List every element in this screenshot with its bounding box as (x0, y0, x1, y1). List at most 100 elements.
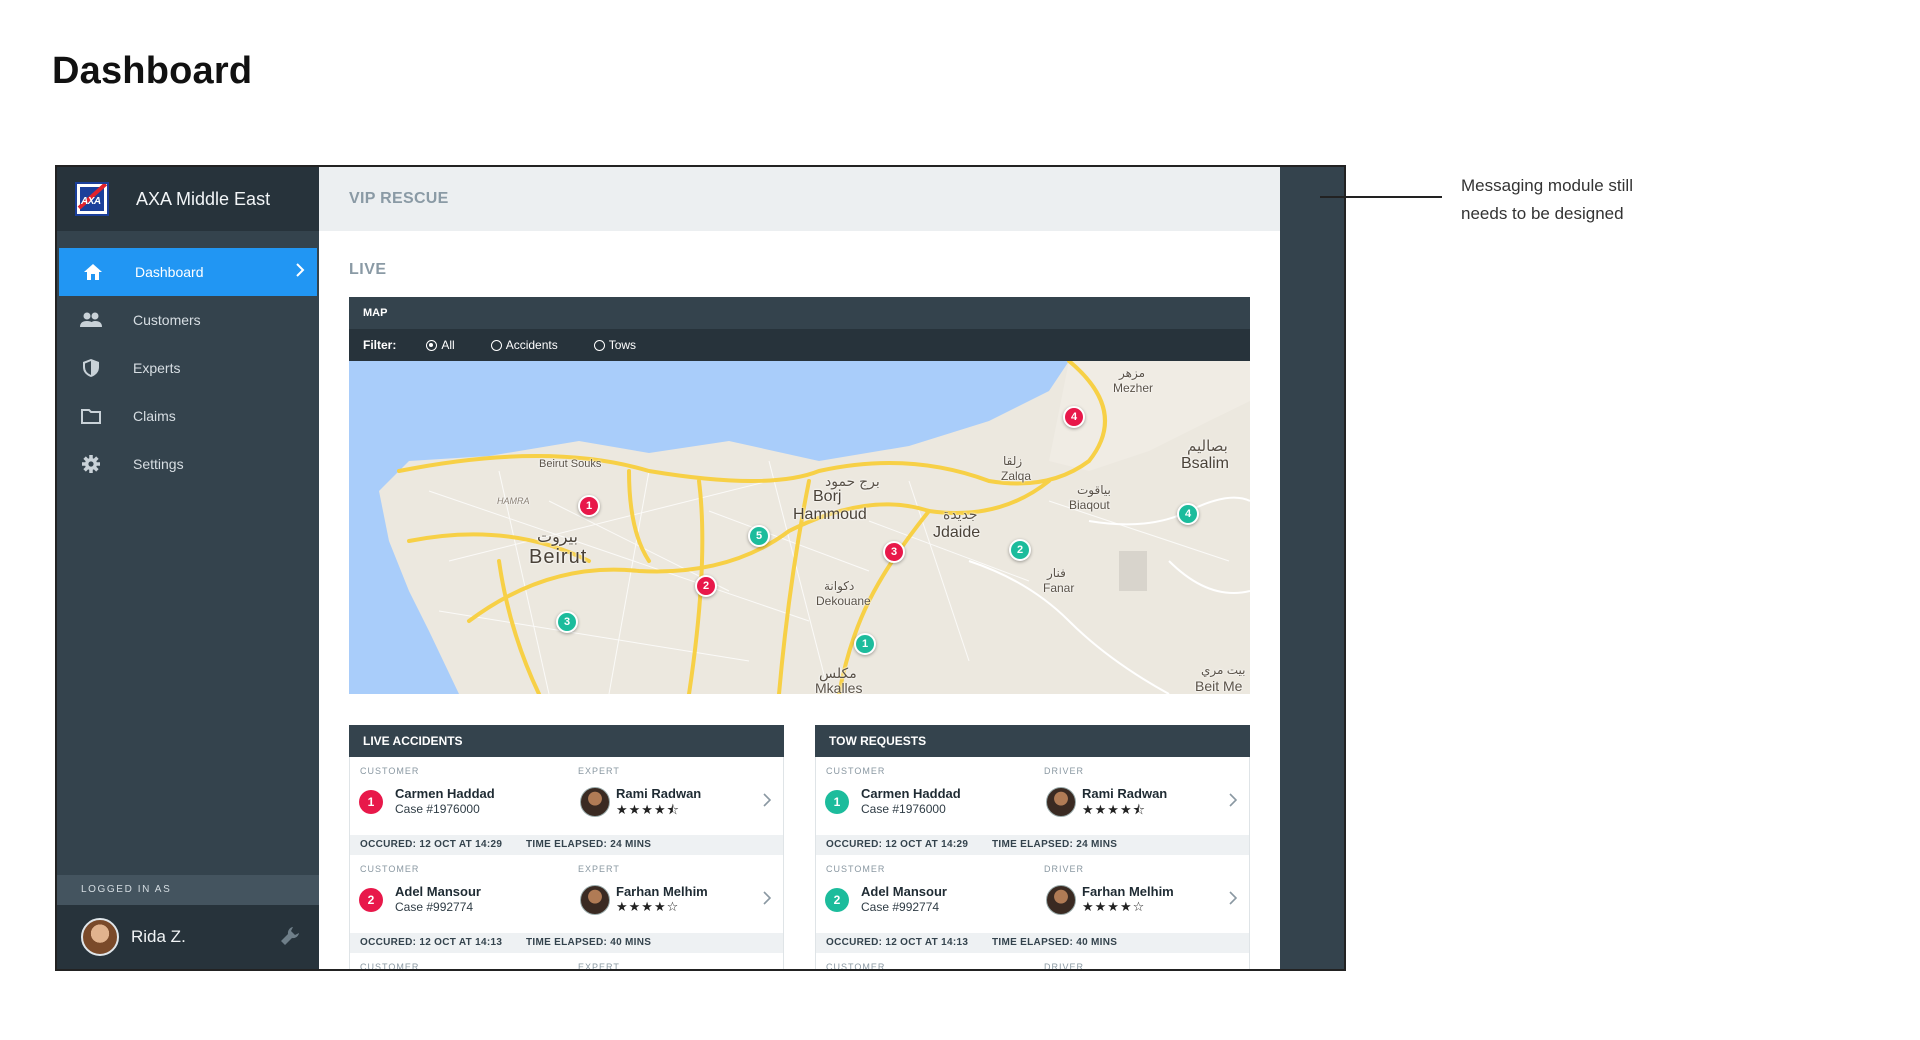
chevron-right-icon (295, 263, 305, 280)
case-number: Case #1976000 (861, 802, 946, 816)
annotation-note: Messaging module still needs to be desig… (1461, 172, 1701, 228)
people-icon (79, 308, 103, 332)
app-frame: AXA AXA Middle East Dashboard Customers (55, 165, 1346, 971)
map-label-bsalim-ar: بصاليم (1187, 438, 1228, 455)
customer-label: CUSTOMER (360, 962, 420, 969)
map-label-beitme-ar: بيت مري (1201, 663, 1246, 677)
map-label-borj: Borj (813, 488, 842, 505)
customer-name: Adel Mansour (395, 884, 481, 899)
avatar (580, 787, 610, 817)
sidebar-item-claims[interactable]: Claims (57, 392, 319, 440)
chevron-right-icon[interactable] (1229, 891, 1238, 910)
sidebar-item-settings[interactable]: Settings (57, 440, 319, 488)
map-label-mezher-ar: مزهر (1119, 366, 1145, 380)
map-label-dekouane-ar: دكوانة (824, 579, 855, 593)
map-pin-accident[interactable]: 2 (695, 575, 717, 597)
case-number: Case #1976000 (395, 802, 480, 816)
chevron-right-icon[interactable] (763, 891, 772, 910)
tow-meta: OCCURED: 12 OCT AT 14:13 TIME ELAPSED: 4… (816, 933, 1249, 953)
map-pin-accident[interactable]: 4 (1063, 406, 1085, 428)
avatar (81, 918, 119, 956)
map-pin-accident[interactable]: 1 (578, 495, 600, 517)
map-label-hammoud: Hammoud (793, 506, 867, 523)
avatar (580, 885, 610, 915)
map-label-zalqa-ar: زلقا (1003, 454, 1023, 468)
shield-icon (79, 356, 103, 380)
sidebar-item-label: Customers (133, 312, 201, 328)
expert-name: Rami Radwan (616, 786, 702, 801)
map-label-fanar-ar: فنار (1047, 566, 1066, 580)
occured-time: OCCURED: 12 OCT AT 14:13 (826, 937, 969, 948)
expert-label: EXPERT (578, 864, 620, 874)
sidebar-nav: Dashboard Customers Experts Claims Setti… (57, 248, 319, 488)
logged-in-label: LOGGED IN AS (57, 875, 319, 905)
tow-requests-panel: TOW REQUESTS CUSTOMER DRIVER 1 Carmen Ha… (815, 725, 1250, 969)
filter-label: Filter: (363, 338, 397, 352)
page-title: Dashboard (52, 50, 253, 92)
map-card: MAP Filter: All Accidents Tows Beirut So… (349, 297, 1250, 694)
case-number: Case #992774 (861, 900, 940, 914)
accident-number: 1 (359, 790, 383, 814)
map-pin-tow[interactable]: 3 (556, 611, 578, 633)
user-name: Rida Z. (131, 927, 186, 946)
main-content: VIP RESCUE LIVE MAP Filter: All Accident… (319, 167, 1282, 969)
map-label-jdaide: Jdaide (933, 524, 981, 541)
brand-name: AXA Middle East (136, 188, 271, 209)
chevron-right-icon[interactable] (763, 793, 772, 812)
map-title: MAP (349, 297, 1250, 329)
sidebar-item-label: Claims (133, 408, 176, 424)
wrench-icon[interactable] (279, 925, 301, 952)
map-pin-accident[interactable]: 3 (883, 541, 905, 563)
map-pin-tow[interactable]: 4 (1177, 503, 1199, 525)
home-icon (81, 260, 105, 284)
occured-time: OCCURED: 12 OCT AT 14:13 (360, 937, 503, 948)
map-label-hamra: HAMRA (497, 496, 530, 506)
case-number: Case #992774 (395, 900, 474, 914)
messaging-strip (1280, 167, 1344, 969)
map-label-mkalles: Mkalles (815, 680, 863, 694)
map-pin-tow[interactable]: 5 (748, 525, 770, 547)
tow-number: 1 (825, 790, 849, 814)
list-item[interactable]: CUSTOMER DRIVER (815, 953, 1250, 969)
annotation-line-1: Messaging module still (1461, 176, 1633, 195)
sidebar-item-customers[interactable]: Customers (57, 296, 319, 344)
elapsed-time: TIME ELAPSED: 24 MINS (992, 839, 1118, 850)
map-label-beitme: Beit Me (1195, 678, 1243, 694)
map-view[interactable]: Beirut Souks HAMRA بيروت Beirut برج حمود… (349, 361, 1250, 694)
live-accidents-panel: LIVE ACCIDENTS CUSTOMER EXPERT 1 Carmen … (349, 725, 784, 969)
map-label-zalqa: Zalqa (1001, 469, 1032, 483)
folder-icon (79, 404, 103, 428)
list-item[interactable]: CUSTOMER EXPERT (349, 953, 784, 969)
list-item[interactable]: CUSTOMER EXPERT 2 Adel Mansour Case #992… (349, 855, 784, 953)
live-accidents-title: LIVE ACCIDENTS (349, 725, 784, 757)
map-label-jdaide-ar: جديدة (943, 506, 978, 522)
sidebar-item-experts[interactable]: Experts (57, 344, 319, 392)
sidebar-item-dashboard[interactable]: Dashboard (59, 248, 317, 296)
map-pin-tow[interactable]: 2 (1009, 539, 1031, 561)
driver-name: Farhan Melhim (1082, 884, 1174, 899)
sidebar: AXA AXA Middle East Dashboard Customers (57, 167, 319, 969)
filter-tows-radio[interactable]: Tows (593, 338, 636, 352)
map-label-beirut: Beirut (529, 546, 588, 568)
map-label-biaqout-ar: بياقوت (1077, 483, 1111, 497)
brand-header: AXA AXA Middle East (57, 167, 319, 231)
list-item[interactable]: CUSTOMER DRIVER 2 Adel Mansour Case #992… (815, 855, 1250, 953)
filter-accidents-radio[interactable]: Accidents (490, 338, 558, 352)
customer-label: CUSTOMER (826, 864, 886, 874)
map-pin-tow[interactable]: 1 (854, 633, 876, 655)
accident-meta: OCCURED: 12 OCT AT 14:29 TIME ELAPSED: 2… (350, 835, 783, 855)
gear-icon (79, 452, 103, 476)
list-item[interactable]: CUSTOMER EXPERT 1 Carmen Haddad Case #19… (349, 757, 784, 855)
accident-meta: OCCURED: 12 OCT AT 14:13 TIME ELAPSED: 4… (350, 933, 783, 953)
tow-number: 2 (825, 888, 849, 912)
chevron-right-icon[interactable] (1229, 793, 1238, 812)
driver-label: DRIVER (1044, 962, 1085, 969)
sidebar-item-label: Settings (133, 456, 184, 472)
list-item[interactable]: CUSTOMER DRIVER 1 Carmen Haddad Case #19… (815, 757, 1250, 855)
customer-name: Carmen Haddad (861, 786, 961, 801)
map-background (349, 361, 1250, 694)
tow-meta: OCCURED: 12 OCT AT 14:29 TIME ELAPSED: 2… (816, 835, 1249, 855)
avatar (1046, 885, 1076, 915)
filter-all-radio[interactable]: All (426, 338, 455, 352)
sidebar-item-label: Experts (133, 360, 181, 376)
